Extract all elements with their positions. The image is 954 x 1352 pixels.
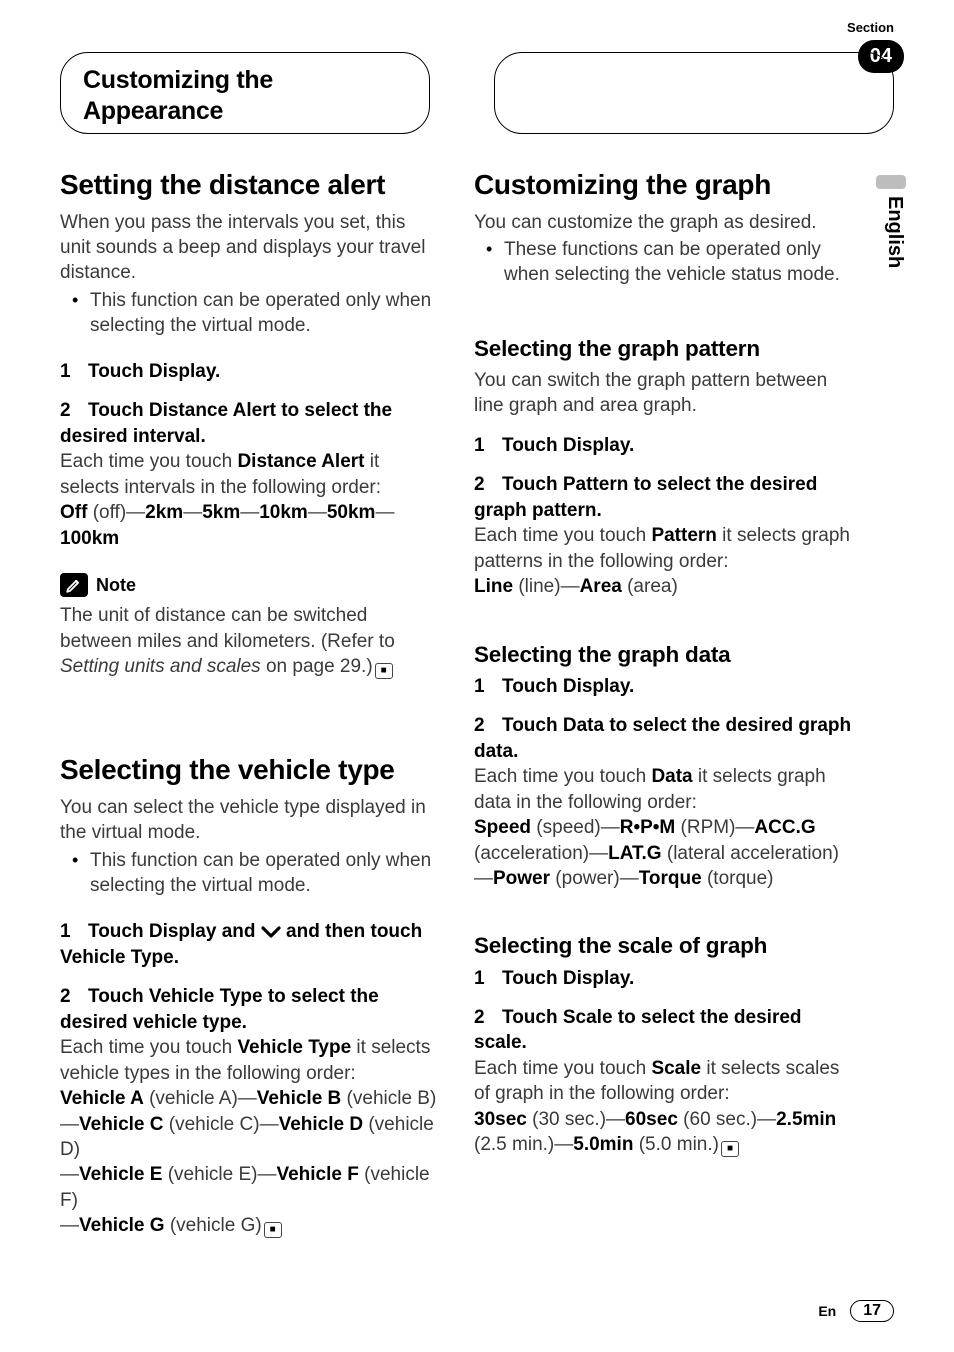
right-column: Customizing the graph You can customize … (474, 158, 854, 1282)
step-text: Touch Scale to select the desired scale. (474, 1007, 802, 1053)
heading-customizing-graph: Customizing the graph (474, 166, 854, 204)
vehicle-step2: 2Touch Vehicle Type to select the desire… (60, 984, 440, 1035)
footer-lang: En (818, 1303, 836, 1319)
stop-icon: ■ (264, 1222, 282, 1238)
distance-step2-body: Each time you touch Distance Alert it se… (60, 449, 440, 500)
step-number: 1 (60, 919, 88, 944)
step-text: Touch Display. (502, 676, 634, 697)
graph-bullet: These functions can be operated only whe… (474, 237, 854, 288)
step-text: Touch Display and (88, 921, 261, 942)
step-text: Touch Display. (88, 361, 220, 382)
vehicle-step1: 1Touch Display and and then touch Vehicl… (60, 919, 440, 971)
pattern-step2-body: Each time you touch Pattern it selects g… (474, 523, 854, 574)
scale-step2: 2Touch Scale to select the desired scale… (474, 1005, 854, 1056)
pattern-step1: 1Touch Display. (474, 433, 854, 458)
heading-distance-alert: Setting the distance alert (60, 166, 440, 204)
step-number: 2 (474, 1005, 502, 1030)
step-text: Touch Display. (502, 435, 634, 456)
step-number: 2 (474, 713, 502, 738)
step-number: 2 (474, 472, 502, 497)
left-column: Setting the distance alert When you pass… (60, 158, 440, 1282)
note-label: Note (96, 573, 136, 597)
pattern-step2: 2Touch Pattern to select the desired gra… (474, 472, 854, 523)
step-number: 1 (474, 433, 502, 458)
distance-step2: 2Touch Distance Alert to select the desi… (60, 398, 440, 449)
heading-graph-pattern: Selecting the graph pattern (474, 334, 854, 364)
vehicle-intro: You can select the vehicle type displaye… (60, 795, 440, 846)
graph-intro: You can customize the graph as desired. (474, 210, 854, 235)
distance-sequence: Off (off)—2km—5km—10km—50km—100km (60, 500, 440, 551)
distance-intro: When you pass the intervals you set, thi… (60, 210, 440, 286)
heading-graph-scale: Selecting the scale of graph (474, 931, 854, 961)
page-title: Customizing the Appearance (83, 65, 407, 126)
step-text: Touch Distance Alert to select the desir… (60, 400, 392, 446)
heading-vehicle-type: Selecting the vehicle type (60, 751, 440, 789)
step-number: 1 (474, 966, 502, 991)
stop-icon: ■ (721, 1141, 739, 1157)
note-body: The unit of distance can be switched bet… (60, 603, 440, 679)
data-step2: 2Touch Data to select the desired graph … (474, 713, 854, 764)
pattern-intro: You can switch the graph pattern between… (474, 368, 854, 419)
stop-icon: ■ (375, 663, 393, 679)
distance-step1: 1Touch Display. (60, 359, 440, 384)
down-arrow-icon (261, 921, 281, 945)
vehicle-step2-body: Each time you touch Vehicle Type it sele… (60, 1035, 440, 1086)
step-text: Touch Display. (502, 968, 634, 989)
data-step2-body: Each time you touch Data it selects grap… (474, 764, 854, 815)
step-text: Touch Pattern to select the desired grap… (474, 474, 817, 520)
distance-bullet: This function can be operated only when … (60, 288, 440, 339)
step-text: Touch Vehicle Type to select the desired… (60, 986, 379, 1032)
pattern-sequence: Line (line)—Area (area) (474, 574, 854, 599)
scale-sequence: 30sec (30 sec.)—60sec (60 sec.)—2.5min (… (474, 1107, 854, 1158)
heading-graph-data: Selecting the graph data (474, 640, 854, 670)
data-sequence: Speed (speed)—R•P•M (RPM)—ACC.G (acceler… (474, 815, 854, 891)
step-number: 2 (60, 984, 88, 1009)
scale-step1: 1Touch Display. (474, 966, 854, 991)
vehicle-sequence: Vehicle A (vehicle A)—Vehicle B (vehicle… (60, 1086, 440, 1239)
step-text: Touch Data to select the desired graph d… (474, 715, 851, 761)
page-title-frame: Customizing the Appearance (60, 52, 430, 134)
note-header: Note (60, 573, 440, 597)
language-tab: English (883, 196, 906, 268)
data-step1: 1Touch Display. (474, 674, 854, 699)
language-tab-decoration (876, 175, 906, 189)
vehicle-bullet: This function can be operated only when … (60, 848, 440, 899)
scale-step2-body: Each time you touch Scale it selects sca… (474, 1056, 854, 1107)
header-region: Customizing the Appearance (60, 22, 894, 132)
pencil-icon (60, 573, 88, 597)
page-number: 17 (850, 1300, 894, 1322)
step-number: 2 (60, 398, 88, 423)
footer: En 17 (818, 1300, 894, 1322)
header-right-frame (494, 52, 894, 134)
step-number: 1 (474, 674, 502, 699)
step-number: 1 (60, 359, 88, 384)
